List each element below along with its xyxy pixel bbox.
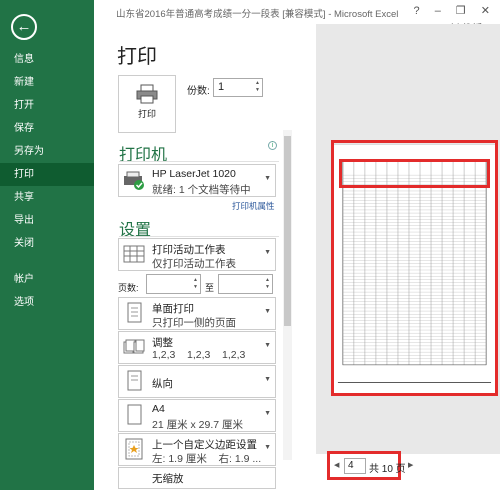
nav-save[interactable]: 保存 (0, 117, 94, 140)
paper-size-title: A4 (152, 403, 165, 415)
divider (119, 161, 279, 162)
sides-desc: 只打印一侧的页面 (152, 317, 236, 329)
chevron-down-icon: ▼ (264, 376, 271, 383)
nav-open[interactable]: 打开 (0, 94, 94, 117)
margins-title: 上一个自定义边距设置 (152, 439, 257, 451)
print-button-label: 打印 (137, 109, 156, 119)
paper-size-select[interactable]: A4 21 厘米 x 29.7 厘米 ▼ (118, 399, 276, 432)
chevron-down-icon: ▼ (264, 444, 271, 451)
back-arrow-icon[interactable]: ← (11, 14, 37, 40)
settings-scrollbar[interactable] (283, 130, 292, 460)
printer-name: HP LaserJet 1020 (152, 168, 236, 180)
scaling-title: 无缩放 (152, 473, 184, 485)
backstage-sidebar: ← 信息 新建 打开 保存 另存为 打印 共享 导出 关闭 帐户 选项 (0, 0, 94, 490)
highlight-box-page (331, 140, 498, 396)
spinner-icon[interactable]: ▲ ▼ (265, 277, 270, 291)
chevron-down-icon: ▼ (264, 175, 271, 182)
print-button[interactable]: 打印 (118, 75, 176, 133)
current-page-input[interactable]: 4 (344, 458, 366, 474)
title-bar: 山东省2016年普通高考成绩一分一段表 [兼容模式] - Microsoft E… (94, 0, 500, 24)
nav-share[interactable]: 共享 (0, 186, 94, 209)
window-title: 山东省2016年普通高考成绩一分一段表 [兼容模式] - Microsoft E… (116, 9, 399, 20)
nav-options[interactable]: 选项 (0, 291, 94, 314)
nav-save-as[interactable]: 另存为 (0, 140, 94, 163)
pages-to-input[interactable]: ▲ ▼ (218, 274, 273, 294)
print-what-title: 打印活动工作表 (152, 244, 226, 256)
one-sided-icon (127, 302, 142, 323)
portrait-icon (127, 370, 142, 391)
printer-status: 就绪: 1 个文档等待中 (152, 184, 251, 196)
margins-desc: 左: 1.9 厘米 右: 1.9 ... (152, 453, 262, 465)
nav-separator (0, 255, 94, 268)
nav-info[interactable]: 信息 (0, 48, 94, 71)
copies-value: 1 (218, 81, 225, 93)
pages-label: 页数: (118, 283, 139, 293)
page-title: 打印 (117, 46, 157, 68)
chevron-down-icon: ▼ (264, 410, 271, 417)
nav-export[interactable]: 导出 (0, 209, 94, 232)
copies-label: 份数: (187, 86, 210, 97)
nav-account[interactable]: 帐户 (0, 268, 94, 291)
nav-close[interactable]: 关闭 (0, 232, 94, 255)
sides-select[interactable]: 单面打印 只打印一侧的页面 ▼ (118, 297, 276, 330)
triangle-left-icon[interactable]: ◀ (334, 461, 339, 469)
print-what-select[interactable]: 打印活动工作表 仅打印活动工作表 ▼ (118, 238, 276, 271)
chevron-down-icon: ▼ (264, 342, 271, 349)
triangle-right-icon[interactable]: ▶ (408, 461, 413, 469)
copies-input[interactable]: 1 ▲ ▼ (213, 78, 263, 97)
worksheet-icon (123, 245, 145, 263)
printer-select[interactable]: HP LaserJet 1020 就绪: 1 个文档等待中 ▼ (118, 164, 276, 197)
paper-size-desc: 21 厘米 x 29.7 厘米 (152, 419, 244, 431)
printer-ready-icon (124, 171, 144, 190)
backstage-nav: 信息 新建 打开 保存 另存为 打印 共享 导出 关闭 帐户 选项 (0, 48, 94, 314)
divider (119, 236, 279, 237)
scrollbar-thumb[interactable] (284, 136, 291, 326)
collate-desc: 1,2,3 1,2,3 1,2,3 (152, 349, 246, 361)
orientation-select[interactable]: 纵向 ▼ (118, 365, 276, 398)
info-icon[interactable]: i (268, 141, 277, 150)
margins-icon (125, 438, 143, 460)
collate-icon (123, 339, 145, 354)
scaling-select[interactable]: 无缩放 (118, 467, 276, 489)
copies-spinner-icon[interactable]: ▲ ▼ (255, 80, 260, 94)
paper-icon (127, 404, 142, 425)
nav-print[interactable]: 打印 (0, 163, 94, 186)
sides-title: 单面打印 (152, 303, 194, 315)
spinner-icon[interactable]: ▲ ▼ (193, 277, 198, 291)
collate-title: 调整 (152, 337, 173, 349)
print-what-desc: 仅打印活动工作表 (152, 258, 236, 270)
nav-new[interactable]: 新建 (0, 71, 94, 94)
excel-print-backstage: ← 信息 新建 打开 保存 另存为 打印 共享 导出 关闭 帐户 选项 山东省2… (0, 0, 500, 490)
pages-to-label: 至 (205, 283, 215, 293)
pages-from-input[interactable]: ▲ ▼ (146, 274, 201, 294)
orientation-title: 纵向 (152, 378, 173, 390)
chevron-down-icon: ▼ (264, 249, 271, 256)
collate-select[interactable]: 调整 1,2,3 1,2,3 1,2,3 ▼ (118, 331, 276, 364)
window-controls[interactable]: ? – ❐ ✕ (414, 4, 496, 17)
total-pages: 共 10 页 (369, 464, 406, 475)
printer-icon (136, 84, 158, 104)
printer-properties-link[interactable]: 打印机属性 (232, 200, 275, 212)
margins-select[interactable]: 上一个自定义边距设置 左: 1.9 厘米 右: 1.9 ... ▼ (118, 433, 276, 466)
chevron-down-icon: ▼ (264, 308, 271, 315)
